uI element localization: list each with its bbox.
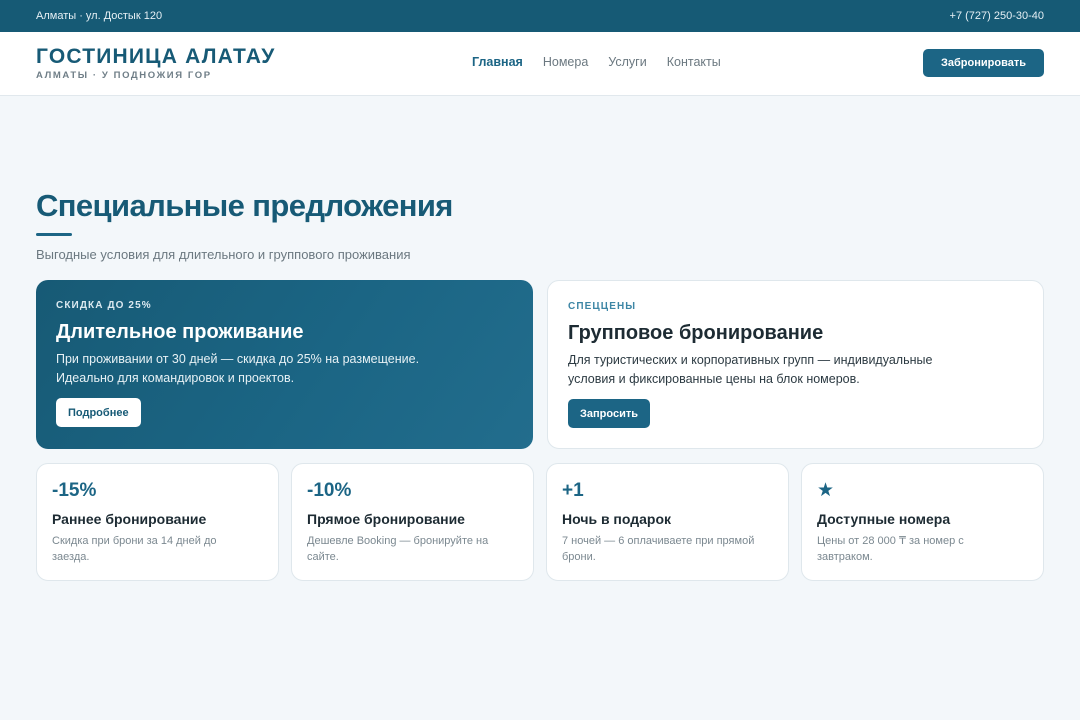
- book-button[interactable]: Забронировать: [923, 49, 1044, 77]
- perk-text: 7 ночей — 6 оплачиваете при прямой брони…: [562, 535, 755, 563]
- section-subtitle: Выгодные условия для длительного и групп…: [36, 247, 411, 262]
- top-info-bar: Алматы · ул. Достык 120 +7 (727) 250-30-…: [0, 0, 1080, 32]
- perk-card-affordable-rooms: ★ Доступные номера Цены от 28 000 ₸ за н…: [801, 463, 1044, 581]
- address-text: Алматы · ул. Достык 120: [36, 10, 163, 22]
- site-header: ГОСТИНИЦА АЛАТАУ АЛМАТЫ · У ПОДНОЖИЯ ГОР…: [0, 32, 1080, 96]
- offer-text: Для туристических и корпоративных групп …: [568, 353, 933, 386]
- perk-card-direct-booking: -10% Прямое бронирование Дешевле Booking…: [291, 463, 534, 581]
- perk-value: -10%: [307, 480, 352, 501]
- offer-title: Длительное проживание: [56, 321, 304, 343]
- phone-link[interactable]: +7 (727) 250-30-40: [950, 10, 1044, 22]
- star-icon: ★: [817, 480, 835, 501]
- offer-eyebrow: СПЕЦЦЕНЫ: [568, 301, 637, 312]
- details-button[interactable]: Подробнее: [56, 398, 141, 427]
- perk-title: Прямое бронирование: [307, 511, 465, 527]
- perk-text: Дешевле Booking — бронируйте на сайте.: [307, 535, 489, 563]
- offer-card-long-stay: СКИДКА ДО 25% Длительное проживание При …: [36, 280, 533, 449]
- perk-text: Цены от 28 000 ₸ за номер с завтраком.: [817, 535, 964, 563]
- nav-item-rooms[interactable]: Номера: [543, 55, 588, 69]
- brand-subtitle: АЛМАТЫ · У ПОДНОЖИЯ ГОР: [36, 70, 212, 81]
- offer-card-group: СПЕЦЦЕНЫ Групповое бронирование Для тури…: [547, 280, 1044, 449]
- nav-item-services[interactable]: Услуги: [608, 55, 646, 69]
- offer-text: При проживании от 30 дней — скидка до 25…: [56, 352, 420, 385]
- perk-title: Доступные номера: [817, 511, 951, 527]
- title-underline: [36, 233, 72, 236]
- nav-item-home[interactable]: Главная: [472, 55, 523, 69]
- section-title: Специальные предложения: [36, 188, 453, 223]
- perk-card-early-booking: -15% Раннее бронирование Скидка при брон…: [36, 463, 279, 581]
- brand-logo[interactable]: ГОСТИНИЦА АЛАТАУ АЛМАТЫ · У ПОДНОЖИЯ ГОР: [36, 45, 276, 82]
- perk-text: Скидка при брони за 14 дней до заезда.: [52, 535, 217, 563]
- offer-eyebrow: СКИДКА ДО 25%: [56, 300, 152, 311]
- perk-title: Раннее бронирование: [52, 511, 207, 527]
- perk-value: +1: [562, 480, 584, 501]
- perk-value: -15%: [52, 480, 97, 501]
- main-nav: Главная Номера Услуги Контакты: [472, 55, 721, 69]
- brand-title: ГОСТИНИЦА АЛАТАУ: [36, 45, 276, 68]
- offer-title: Групповое бронирование: [568, 322, 824, 344]
- perk-card-free-night: +1 Ночь в подарок 7 ночей — 6 оплачивает…: [546, 463, 789, 581]
- perk-title: Ночь в подарок: [562, 511, 672, 527]
- nav-item-contacts[interactable]: Контакты: [667, 55, 721, 69]
- request-button[interactable]: Запросить: [568, 399, 650, 428]
